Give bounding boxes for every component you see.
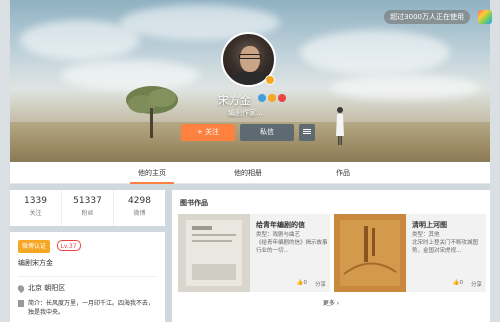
divider: [18, 276, 157, 277]
name-badges: [258, 94, 286, 102]
verify-text: 编剧宋方金: [18, 259, 53, 267]
stat-value: 1339: [24, 196, 47, 206]
info-card: 微博认证 Lv.37 编剧宋方金 北京 朝阳区 简介：长风度万里，一月印千江。四…: [10, 232, 165, 322]
level-badge[interactable]: Lv.37: [56, 240, 81, 251]
like-button[interactable]: 👍0: [453, 280, 463, 288]
book-meta: 类型：其他 北宋时上登关门不断攻城图势，金国对宋虎视...: [412, 232, 479, 254]
more-menu-button[interactable]: [299, 124, 315, 141]
share-button[interactable]: 分享: [315, 280, 326, 288]
stat-following[interactable]: 1339 关注: [10, 190, 62, 226]
works-title: 图书作品: [180, 199, 208, 207]
stats-card: 1339 关注 51337 粉丝 4298 微博: [10, 190, 165, 226]
menu-icon: [303, 129, 311, 130]
book-actions: 👍0 分享: [297, 280, 326, 288]
stat-value: 4298: [128, 196, 151, 206]
book-title[interactable]: 给青年编剧的信: [256, 220, 305, 230]
profile-name: 宋方金: [218, 94, 251, 107]
book-card[interactable]: 给青年编剧的信 类型：戏剧与曲艺 《给青年编剧的信》揭示故事行业的一切... 👍…: [178, 214, 330, 292]
verify-badge[interactable]: 微博认证: [18, 240, 51, 253]
verified-v-icon: [265, 75, 275, 85]
message-button[interactable]: 私信: [240, 124, 294, 141]
stat-posts[interactable]: 4298 微博: [114, 190, 165, 226]
location-row: 北京 朝阳区: [16, 283, 157, 293]
tree-illustration: [126, 86, 178, 138]
left-margin: [0, 0, 10, 322]
profile-bio: 编剧作家...: [228, 109, 263, 117]
location-text: 北京 朝阳区: [28, 284, 66, 292]
book-meta: 类型：戏剧与曲艺 《给青年编剧的信》揭示故事行业的一切...: [256, 232, 328, 254]
verified-badge-icon: [258, 94, 266, 102]
right-margin: [490, 0, 500, 322]
stat-label: 关注: [29, 210, 42, 217]
person-figure: [336, 107, 344, 145]
stat-followers[interactable]: 51337 粉丝: [62, 190, 114, 226]
left-column: 1339 关注 51337 粉丝 4298 微博 微博认证 Lv.37 编剧宋方…: [10, 190, 165, 322]
intro-icon: [18, 300, 24, 307]
share-button[interactable]: 分享: [471, 280, 482, 288]
level-badge-icon: [278, 94, 286, 102]
app-icon[interactable]: [478, 10, 492, 24]
book-cover-image: [334, 214, 406, 292]
tab-home[interactable]: 他的主页: [130, 162, 174, 184]
follow-button[interactable]: + 关注: [181, 124, 235, 141]
profile-tabs: 他的主页 他的相册 作品: [10, 162, 490, 184]
tab-album[interactable]: 他的相册: [226, 162, 270, 184]
location-pin-icon: [16, 283, 26, 293]
vip-crown-icon: [268, 94, 276, 102]
tab-works[interactable]: 作品: [326, 162, 360, 184]
user-count-badge[interactable]: 超过3000万人正在使用: [384, 10, 470, 24]
book-actions: 👍0 分享: [453, 280, 482, 288]
like-button[interactable]: 👍0: [297, 280, 307, 288]
stat-value: 51337: [73, 196, 102, 206]
works-panel: 图书作品 给青年编剧的信 类型：戏剧与曲艺 《给青年编剧的信》揭示故事行业的一切…: [172, 190, 490, 322]
intro-row: 简介：长风度万里，一月印千江。四海我不去，独是我中央。: [18, 299, 157, 317]
book-card[interactable]: 清明上河图 类型：其他 北宋时上登关门不断攻城图势，金国对宋虎视... 👍0 分…: [334, 214, 486, 292]
book-cover-image: [178, 214, 250, 292]
stat-label: 微博: [133, 210, 146, 217]
intro-text: 简介：长风度万里，一月印千江。四海我不去，独是我中央。: [28, 300, 155, 316]
book-title[interactable]: 清明上河图: [412, 220, 447, 230]
stat-label: 粉丝: [81, 210, 94, 217]
more-link[interactable]: 更多 ›: [172, 298, 490, 307]
